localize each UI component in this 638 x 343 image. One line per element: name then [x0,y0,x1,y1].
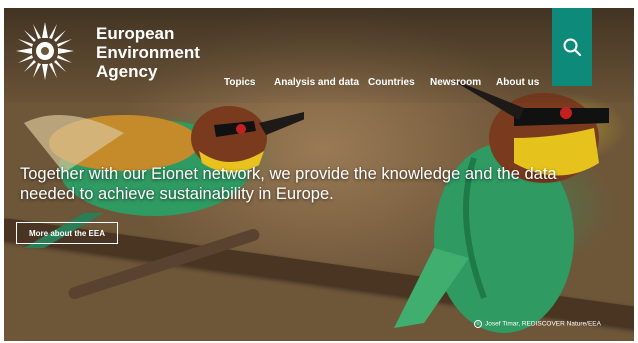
hero-headline: Together with our Eionet network, we pro… [20,165,557,203]
brand-line-3: Agency [96,62,158,81]
nav-item-analysis-and-data[interactable]: Analysis and data [274,77,359,88]
nav-item-countries[interactable]: Countries [368,77,415,88]
hero-banner: European Environment Agency Topics Analy… [4,8,634,341]
nav-item-newsroom[interactable]: Newsroom [430,77,481,88]
eea-logo[interactable] [14,20,76,82]
search-icon [563,38,582,57]
copyright-icon: © [474,320,482,328]
brand-name[interactable]: European Environment Agency [96,24,200,81]
search-button[interactable] [552,8,592,86]
more-about-eea-button[interactable]: More about the EEA [16,222,118,244]
nav-item-topics[interactable]: Topics [224,77,255,88]
brand-line-2: Environment [96,43,200,62]
nav-item-about-us[interactable]: About us [496,77,539,88]
photo-credit: © Josef Timar, REDISCOVER Nature/EEA [474,320,601,328]
brand-line-1: European [96,24,175,43]
photo-credit-text: Josef Timar, REDISCOVER Nature/EEA [485,320,601,328]
